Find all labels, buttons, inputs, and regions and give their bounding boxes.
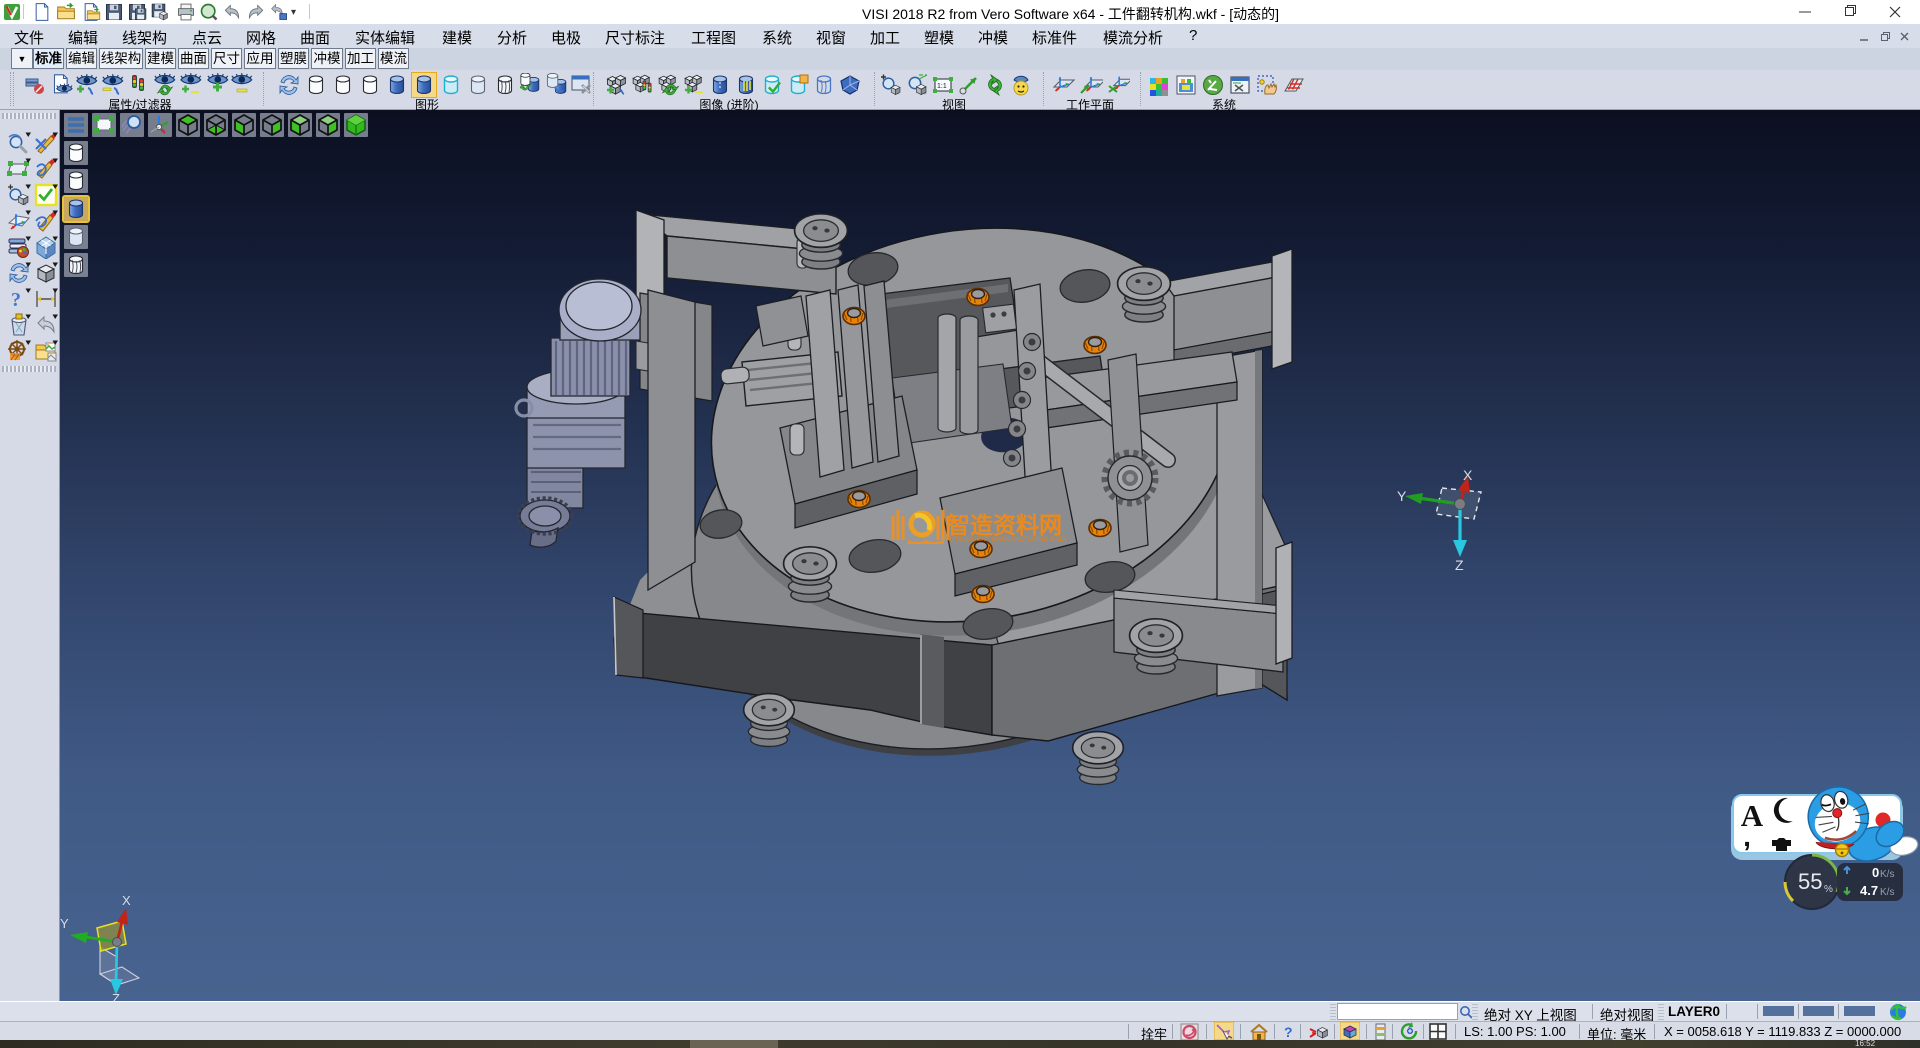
svg-text:K/s: K/s [1880,887,1894,898]
svg-text:智造资料网: 智造资料网 [947,512,1062,538]
svg-text:0: 0 [1872,865,1879,880]
svg-text:?: ? [11,289,21,311]
svg-text:K/s: K/s [1880,869,1894,880]
svg-text:INTELLIGENT MANUFACTURING DATA: INTELLIGENT MANUFACTURING DATA [948,536,1067,543]
svg-text:Z: Z [112,991,120,1001]
svg-text:,: , [1743,821,1751,852]
svg-text:Y: Y [60,916,69,931]
svg-text:Z: Z [1455,557,1464,573]
svg-text:4.7: 4.7 [1860,883,1878,898]
svg-text:1:1: 1:1 [937,83,947,90]
svg-text:X: X [1463,467,1473,483]
svg-text:55: 55 [1798,869,1822,894]
svg-text:Y: Y [1397,488,1407,504]
svg-text:X: X [122,893,131,908]
svg-text:%: % [1824,884,1833,895]
